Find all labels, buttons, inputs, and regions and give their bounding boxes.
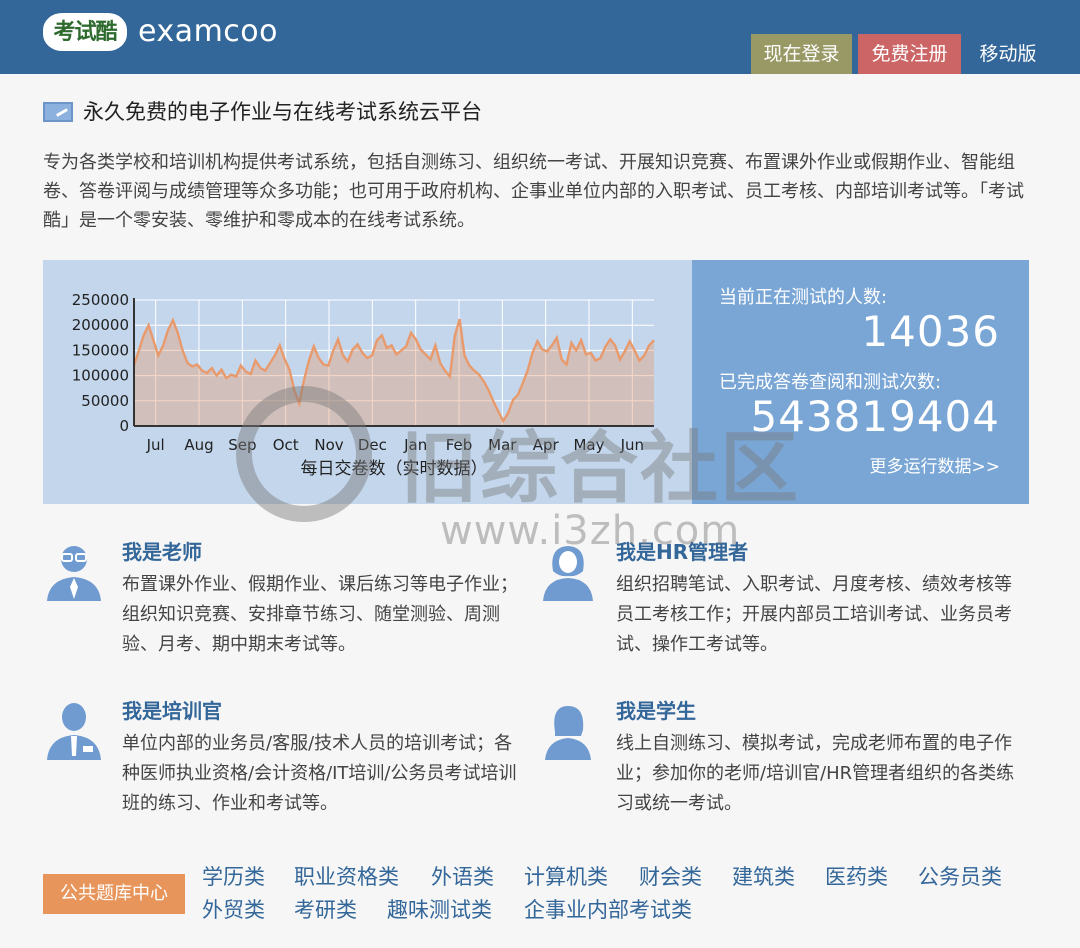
y-tick-label: 50000 <box>81 392 129 410</box>
intro-paragraph: 专为各类学校和培训机构提供考试系统，包括自测练习、组织统一考试、开展知识竞赛、布… <box>43 152 1024 231</box>
x-tick-label: May <box>573 436 604 454</box>
daily-submissions-chart: 0 50000 100000 150000 200000 250000 Jul Aug Sep O… <box>43 260 692 504</box>
x-tick-label: Aug <box>184 436 213 454</box>
student-icon <box>545 706 591 760</box>
role-title[interactable]: 我是培训官 <box>122 696 222 726</box>
role-description: 线上自测练习、模拟考试，完成老师布置的电子作业；参加你的老师/培训官/HR管理者… <box>616 733 1015 814</box>
completed-tests-label: 已完成答卷查阅和测试次数: <box>719 372 942 393</box>
top-header: 考试酷 examcoo 现在登录 免费注册 移动版 <box>0 0 1080 74</box>
x-tick-label: Jul <box>146 436 165 454</box>
role-description: 单位内部的业务员/客服/技术人员的培训考试；各种医师执业资格/会计资格/IT培训… <box>122 733 517 814</box>
y-tick-label: 0 <box>119 417 129 435</box>
role-description: 组织招聘笔试、入职考试、月度考核、绩效考核等员工考核工作；开展内部员工培训考试、… <box>616 574 1012 655</box>
more-stats-link[interactable]: 更多运行数据>> <box>870 452 1001 477</box>
bank-link-civil-service[interactable]: 公务员类 <box>918 861 1002 893</box>
x-tick-label: Dec <box>358 436 387 454</box>
x-tick-label: Nov <box>314 436 343 454</box>
completed-tests-count: 543819404 <box>750 392 1000 441</box>
role-description: 布置课外作业、假期作业、课后练习等电子作业；组织知识竞赛、安排章节练习、随堂测验… <box>122 574 518 655</box>
logo-text[interactable]: examcoo <box>138 12 278 52</box>
bank-link-enterprise[interactable]: 企事业内部考试类 <box>524 894 692 926</box>
x-tick-label: Apr <box>533 436 560 454</box>
logo[interactable]: 考试酷 <box>43 13 127 51</box>
current-testers-count: 14036 <box>861 307 1000 356</box>
y-tick-label: 150000 <box>72 341 129 359</box>
register-button[interactable]: 免费注册 <box>858 34 961 74</box>
bank-link-fun-test[interactable]: 趣味测试类 <box>387 894 492 926</box>
chart-svg: 0 50000 100000 150000 200000 250000 Jul Aug Sep O… <box>72 291 655 479</box>
x-tick-label: Jun <box>620 436 644 454</box>
hr-manager-icon <box>543 546 593 601</box>
bank-link-postgraduate[interactable]: 考研类 <box>294 894 357 926</box>
y-tick-label: 200000 <box>72 316 129 334</box>
page-title: 永久免费的电子作业与在线考试系统云平台 <box>83 100 482 124</box>
bank-link-accounting[interactable]: 财会类 <box>639 861 702 893</box>
teacher-icon <box>47 546 101 601</box>
role-title[interactable]: 我是HR管理者 <box>616 537 748 567</box>
x-tick-label: Sep <box>228 436 256 454</box>
x-tick-label: Jan <box>403 436 427 454</box>
y-tick-label: 250000 <box>72 291 129 309</box>
current-testers-label: 当前正在测试的人数: <box>719 287 888 308</box>
mobile-version-link[interactable]: 移动版 <box>966 34 1050 74</box>
bank-link-trade[interactable]: 外贸类 <box>202 894 265 926</box>
counter-panel: 当前正在测试的人数: 14036 已完成答卷查阅和测试次数: 543819404… <box>692 260 1029 504</box>
bank-link-academic[interactable]: 学历类 <box>202 861 265 893</box>
pencil-card-icon <box>43 102 73 122</box>
trainer-icon <box>47 703 101 760</box>
logo-mark: 考试酷 <box>53 19 117 45</box>
stats-section: 0 50000 100000 150000 200000 250000 Jul Aug Sep O… <box>43 260 1029 504</box>
bank-link-vocational[interactable]: 职业资格类 <box>294 861 399 893</box>
x-tick-label: Feb <box>446 436 473 454</box>
bank-link-computer[interactable]: 计算机类 <box>524 861 608 893</box>
chart-caption: 每日交卷数（实时数据） <box>301 459 488 479</box>
y-tick-label: 100000 <box>72 367 129 385</box>
x-tick-label: Mar <box>488 436 517 454</box>
series-area <box>134 319 654 426</box>
role-title[interactable]: 我是老师 <box>122 537 202 567</box>
x-tick-label: Oct <box>273 436 299 454</box>
question-bank-button[interactable]: 公共题库中心 <box>43 874 185 914</box>
login-button[interactable]: 现在登录 <box>751 34 852 74</box>
bank-link-medical[interactable]: 医药类 <box>825 861 888 893</box>
role-title[interactable]: 我是学生 <box>616 696 696 726</box>
bank-link-language[interactable]: 外语类 <box>431 861 494 893</box>
bank-link-construction[interactable]: 建筑类 <box>732 861 795 893</box>
